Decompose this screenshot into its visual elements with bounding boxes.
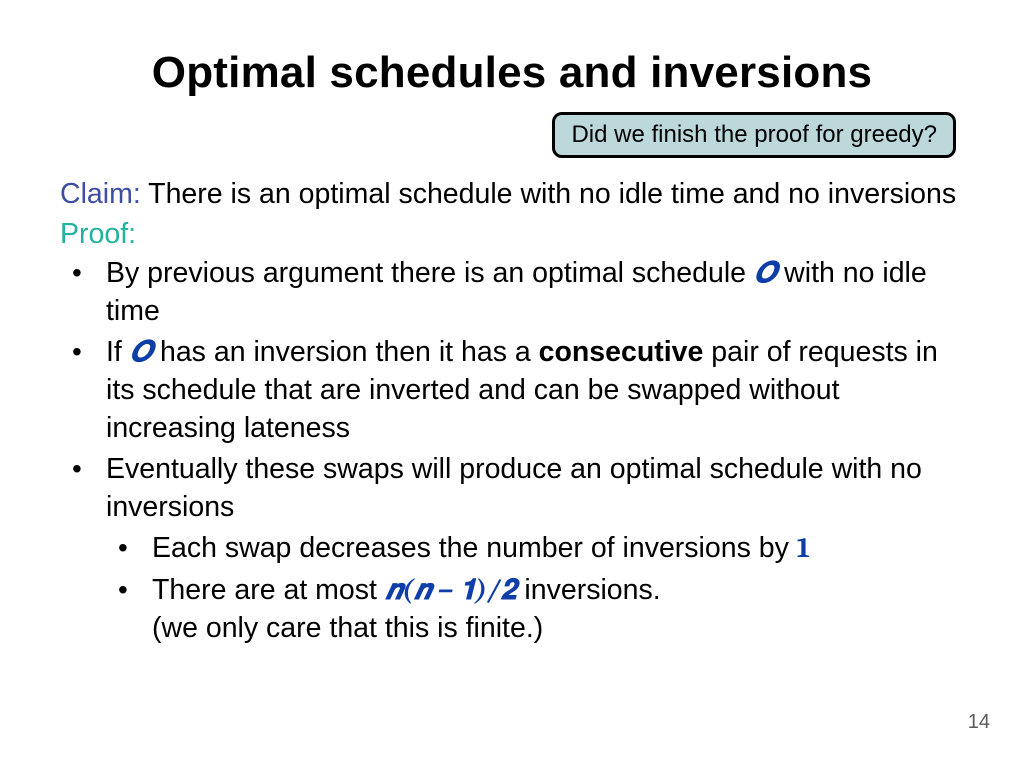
text-fragment: By previous argument there is an optimal… xyxy=(106,257,754,289)
slide: Optimal schedules and inversions Did we … xyxy=(0,0,1024,768)
text-fragment: has an inversion then it has a xyxy=(152,336,539,368)
math-formula: 𝒏(𝒏 − 𝟏)/𝟐 xyxy=(385,574,517,607)
text-fragment: If xyxy=(106,336,130,368)
text-fragment: inversions. xyxy=(517,574,661,606)
proof-label: Proof: xyxy=(60,216,964,254)
claim-label: Claim: xyxy=(60,178,141,210)
text-bold: consecutive xyxy=(539,336,704,368)
math-symbol-O: 𝑶 xyxy=(130,336,152,369)
list-item: There are at most 𝒏(𝒏 − 𝟏)/𝟐 inversions.… xyxy=(106,572,964,647)
callout-box: Did we finish the proof for greedy? xyxy=(552,112,956,158)
text-fragment: (we only care that this is finite.) xyxy=(152,612,543,644)
list-item: Each swap decreases the number of invers… xyxy=(106,530,964,568)
list-item: Eventually these swaps will produce an o… xyxy=(60,451,964,647)
claim-line: Claim: There is an optimal schedule with… xyxy=(60,176,964,214)
list-item: By previous argument there is an optimal… xyxy=(60,255,964,330)
text-fragment: There are at most xyxy=(152,574,385,606)
list-item: If 𝑶 has an inversion then it has a cons… xyxy=(60,334,964,447)
slide-number: 14 xyxy=(968,711,990,734)
text-fragment: Each swap decreases the number of invers… xyxy=(152,532,797,564)
math-symbol-O: 𝑶 xyxy=(754,257,776,290)
claim-text: There is an optimal schedule with no idl… xyxy=(141,178,956,210)
slide-title: Optimal schedules and inversions xyxy=(60,48,964,98)
content-body: Claim: There is an optimal schedule with… xyxy=(60,176,964,647)
bullet-list: By previous argument there is an optimal… xyxy=(60,255,964,647)
text-fragment: Eventually these swaps will produce an o… xyxy=(106,453,922,523)
math-number: 1 xyxy=(797,532,810,565)
sub-bullet-list: Each swap decreases the number of invers… xyxy=(106,530,964,647)
